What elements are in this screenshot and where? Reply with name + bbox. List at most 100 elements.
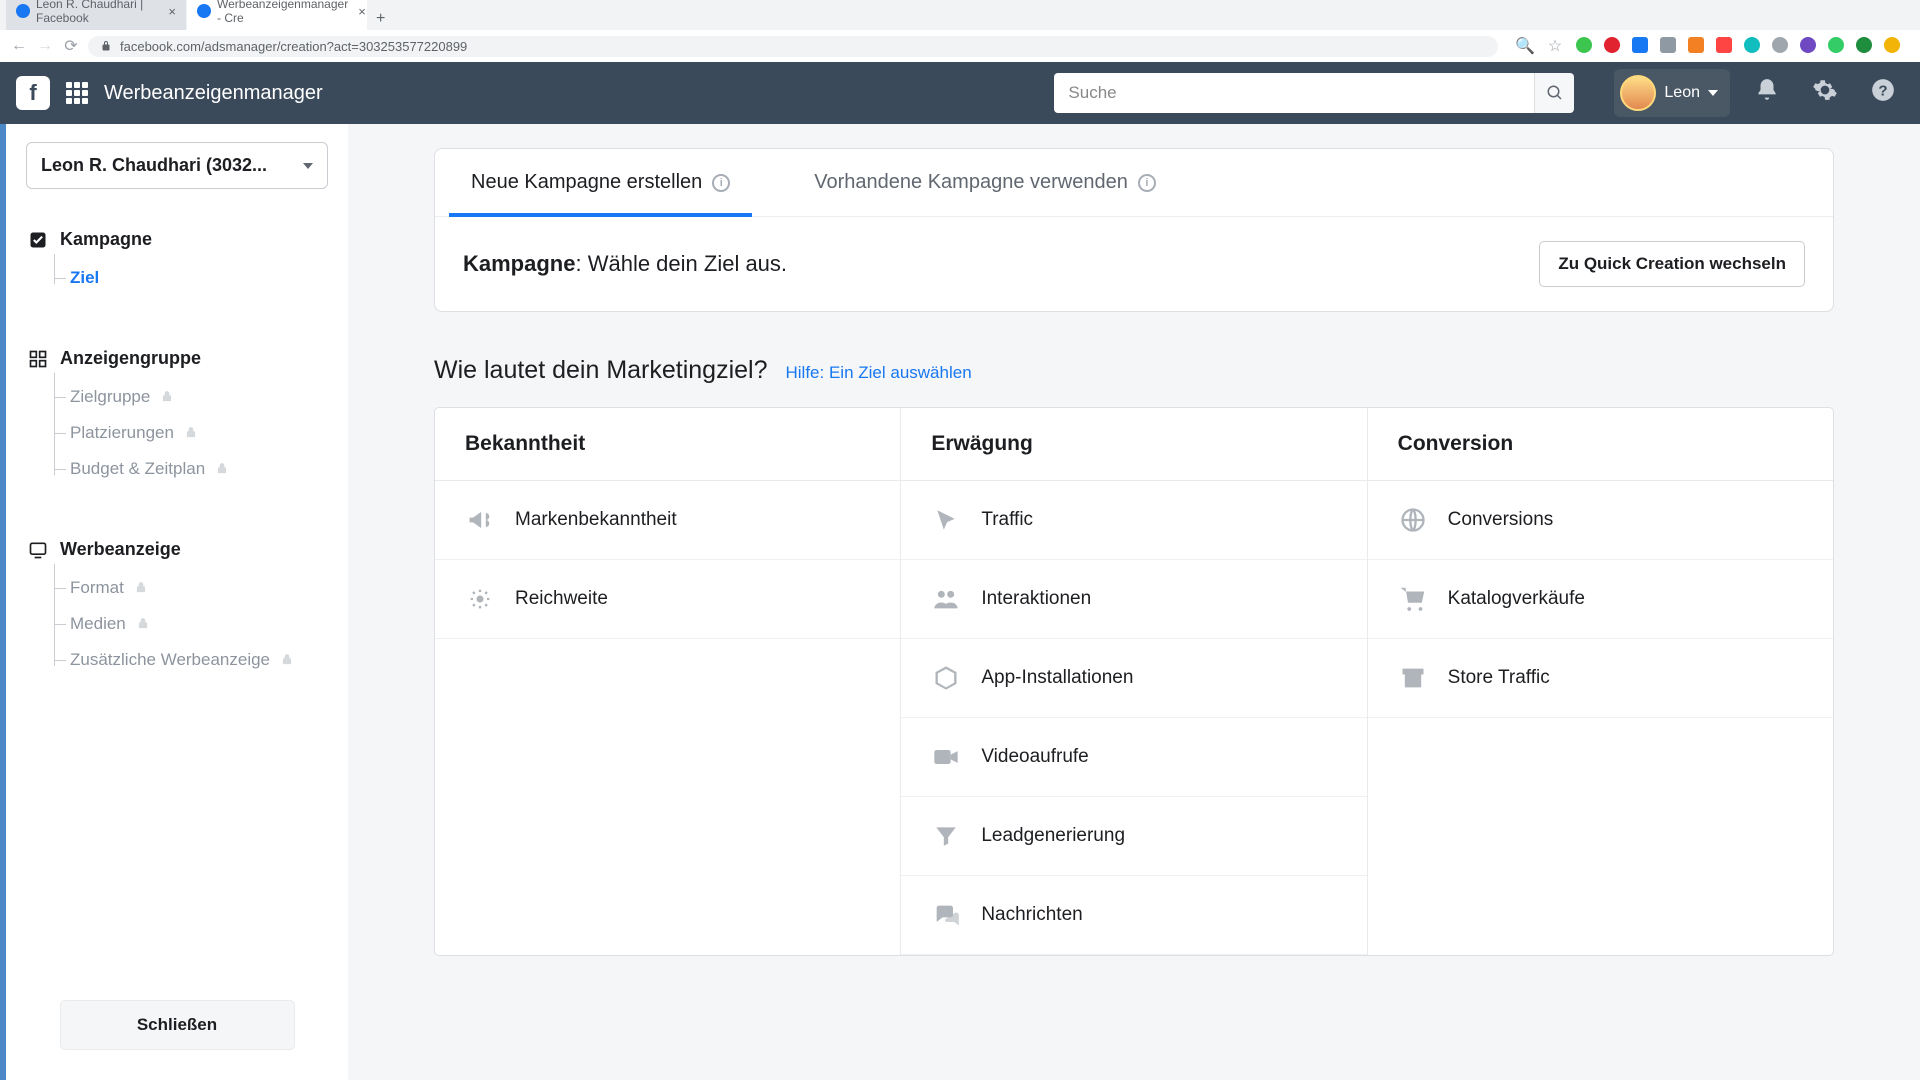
goal-column-consideration: Erwägung Traffic Interaktionen App-Insta… — [901, 408, 1367, 955]
sidebar-item-format[interactable]: Format — [70, 570, 348, 606]
sidebar-head-ad[interactable]: Werbeanzeige — [6, 529, 348, 570]
goal-label: Nachrichten — [981, 904, 1082, 926]
ext-icon[interactable] — [1772, 37, 1788, 53]
grid-icon — [28, 349, 48, 369]
profile-icon[interactable] — [1856, 37, 1872, 53]
sidebar-item-label: Budget & Zeitplan — [70, 459, 205, 479]
ext-icon[interactable] — [1660, 37, 1676, 53]
sidebar-item-media[interactable]: Medien — [70, 606, 348, 642]
back-button[interactable]: ← — [10, 37, 28, 55]
main-content: Neue Kampagne erstellen i Vorhandene Kam… — [348, 124, 1920, 1080]
ext-icon[interactable] — [1576, 37, 1592, 53]
search-icon — [1546, 84, 1564, 102]
lock-icon — [136, 617, 150, 631]
star-icon[interactable]: ☆ — [1546, 37, 1564, 55]
tab-new-campaign[interactable]: Neue Kampagne erstellen i — [449, 149, 752, 216]
help-link[interactable]: Hilfe: Ein Ziel auswählen — [786, 363, 972, 383]
goal-messages[interactable]: Nachrichten — [901, 876, 1366, 955]
profile-menu[interactable]: Leon — [1614, 69, 1730, 117]
favicon-icon — [16, 4, 30, 18]
facebook-logo[interactable]: f — [16, 76, 50, 110]
apps-menu-icon[interactable] — [66, 82, 88, 104]
close-icon[interactable]: × — [168, 4, 176, 19]
close-icon[interactable]: × — [358, 4, 366, 19]
search-input[interactable]: Suche — [1054, 73, 1534, 113]
tab-existing-campaign[interactable]: Vorhandene Kampagne verwenden i — [792, 149, 1178, 216]
account-selector[interactable]: Leon R. Chaudhari (3032... — [26, 142, 328, 189]
info-icon[interactable]: i — [1138, 174, 1156, 192]
goal-label: Store Traffic — [1448, 667, 1550, 689]
settings-icon[interactable] — [1804, 77, 1846, 110]
avatar — [1620, 75, 1656, 111]
video-icon — [931, 742, 961, 772]
column-title: Erwägung — [901, 408, 1366, 481]
chat-icon — [931, 900, 961, 930]
ext-icon[interactable] — [1800, 37, 1816, 53]
goal-label: Reichweite — [515, 588, 608, 610]
goal-video-views[interactable]: Videoaufrufe — [901, 718, 1366, 797]
sidebar-item-audience[interactable]: Zielgruppe — [70, 379, 348, 415]
sidebar-head-campaign[interactable]: Kampagne — [6, 219, 348, 260]
sidebar-item-label: Platzierungen — [70, 423, 174, 443]
ext-icon[interactable] — [1604, 37, 1620, 53]
chevron-down-icon — [1708, 90, 1718, 96]
goal-label: Leadgenerierung — [981, 825, 1125, 847]
lock-icon — [280, 653, 294, 667]
sidebar-item-label: Ziel — [70, 268, 99, 288]
extension-icons: 🔍 ☆ — [1506, 37, 1910, 55]
goal-label: Conversions — [1448, 509, 1554, 531]
browser-chrome: Leon R. Chaudhari | Facebook × Werbeanze… — [0, 0, 1920, 62]
goal-catalog-sales[interactable]: Katalogverkäufe — [1368, 560, 1833, 639]
column-title: Bekanntheit — [435, 408, 900, 481]
info-icon[interactable]: i — [712, 174, 730, 192]
ext-icon[interactable] — [1828, 37, 1844, 53]
ext-icon[interactable] — [1688, 37, 1704, 53]
favicon-icon — [197, 4, 211, 18]
tab-label: Werbeanzeigenmanager - Cre — [217, 0, 348, 25]
goal-conversions[interactable]: Conversions — [1368, 481, 1833, 560]
help-icon[interactable]: ? — [1862, 77, 1904, 110]
zoom-icon[interactable]: 🔍 — [1516, 37, 1534, 55]
sidebar-item-label: Zielgruppe — [70, 387, 150, 407]
forward-button[interactable]: → — [36, 37, 54, 55]
sidebar-head-adset[interactable]: Anzeigengruppe — [6, 338, 348, 379]
goal-traffic[interactable]: Traffic — [901, 481, 1366, 560]
ext-icon[interactable] — [1744, 37, 1760, 53]
column-title: Conversion — [1368, 408, 1833, 481]
close-button[interactable]: Schließen — [60, 1000, 295, 1050]
goal-label: Videoaufrufe — [981, 746, 1088, 768]
sidebar-item-label: Format — [70, 578, 124, 598]
ext-icon[interactable] — [1632, 37, 1648, 53]
search-button[interactable] — [1534, 73, 1574, 113]
tab-adsmanager[interactable]: Werbeanzeigenmanager - Cre × — [187, 0, 367, 30]
goal-engagement[interactable]: Interaktionen — [901, 560, 1366, 639]
sidebar-item-budget[interactable]: Budget & Zeitplan — [70, 451, 348, 487]
goal-reach[interactable]: Reichweite — [435, 560, 900, 639]
goal-brand-awareness[interactable]: Markenbekanntheit — [435, 481, 900, 560]
app-title: Werbeanzeigenmanager — [104, 82, 323, 105]
ext-icon[interactable] — [1884, 37, 1900, 53]
new-tab-button[interactable]: + — [368, 8, 393, 30]
sidebar-item-goal[interactable]: Ziel — [70, 260, 348, 296]
goal-label: Interaktionen — [981, 588, 1091, 610]
quick-creation-button[interactable]: Zu Quick Creation wechseln — [1539, 241, 1805, 287]
account-name: Leon R. Chaudhari (3032... — [41, 155, 267, 176]
tab-facebook[interactable]: Leon R. Chaudhari | Facebook × — [6, 0, 186, 30]
address-bar[interactable]: facebook.com/adsmanager/creation?act=303… — [88, 36, 1498, 57]
goal-label: Traffic — [981, 509, 1033, 531]
goal-label: Markenbekanntheit — [515, 509, 677, 531]
user-name: Leon — [1664, 84, 1700, 102]
goal-lead-gen[interactable]: Leadgenerierung — [901, 797, 1366, 876]
goal-app-installs[interactable]: App-Installationen — [901, 639, 1366, 718]
sidebar-item-label: Zusätzliche Werbeanzeige — [70, 650, 270, 670]
reload-button[interactable]: ⟳ — [62, 37, 80, 55]
ext-icon[interactable] — [1716, 37, 1732, 53]
goal-store-traffic[interactable]: Store Traffic — [1368, 639, 1833, 718]
tab-label: Leon R. Chaudhari | Facebook — [36, 0, 158, 25]
goal-column-conversion: Conversion Conversions Katalogverkäufe S… — [1368, 408, 1833, 955]
sidebar-item-placements[interactable]: Platzierungen — [70, 415, 348, 451]
monitor-icon — [28, 540, 48, 560]
store-icon — [1398, 663, 1428, 693]
sidebar-item-additional[interactable]: Zusätzliche Werbeanzeige — [70, 642, 348, 678]
notifications-icon[interactable] — [1746, 77, 1788, 110]
